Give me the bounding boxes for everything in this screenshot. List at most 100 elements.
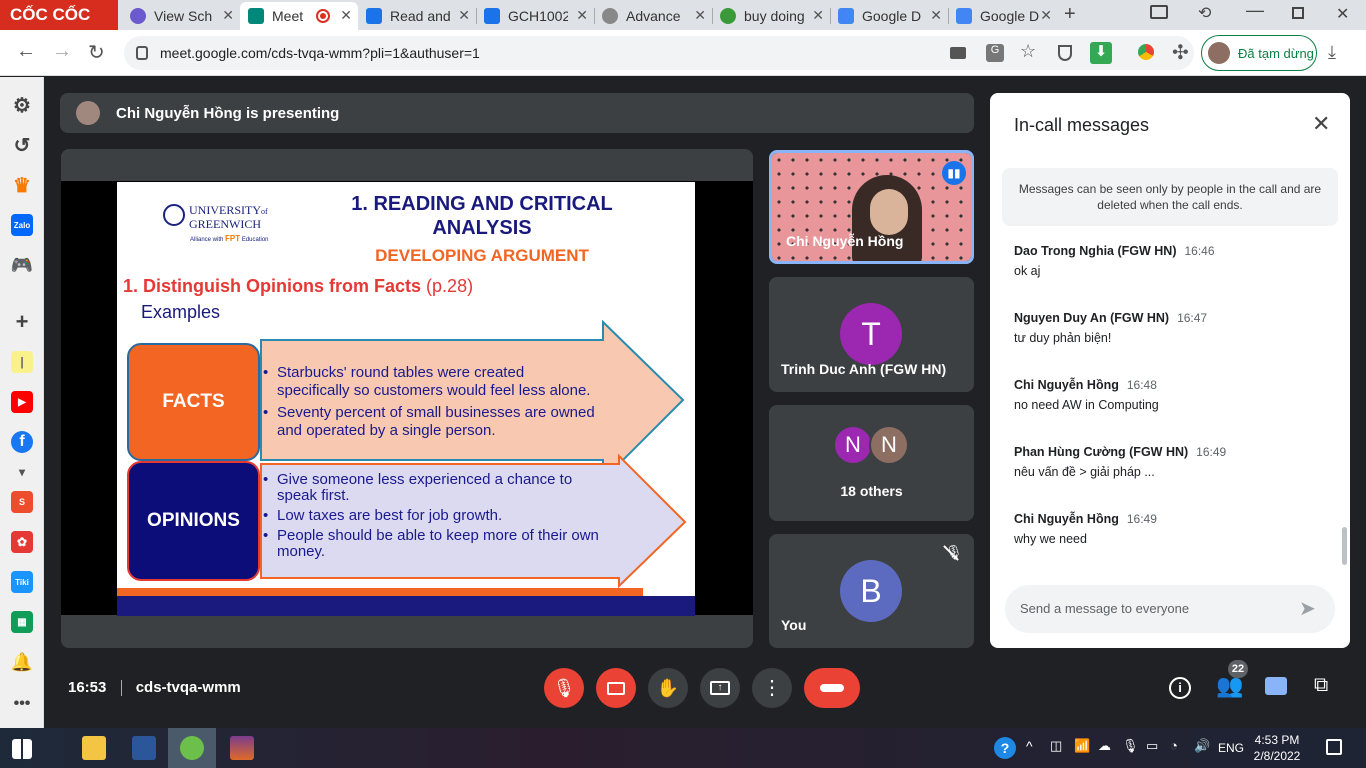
tiki-icon[interactable]: Tiki [11, 571, 33, 593]
meeting-details-icon[interactable]: i [1169, 677, 1191, 699]
close-icon[interactable]: ✕ [930, 7, 942, 24]
tab-read-and[interactable]: Read and ✕ [358, 2, 477, 30]
profile-paused-button[interactable]: Đã tạm dừng [1201, 35, 1317, 71]
wifi-icon[interactable]: ◔ [1170, 738, 1178, 753]
close-icon[interactable]: ✕ [458, 7, 470, 24]
taskbar-clock[interactable]: 4:53 PM 2/8/2022 [1252, 732, 1302, 764]
present-button[interactable]: ↑ [700, 668, 740, 708]
download-extension-icon[interactable]: ⬇ [1090, 42, 1112, 64]
forward-button[interactable]: → [52, 40, 72, 63]
tab-meet[interactable]: Meet ✕ [240, 2, 358, 30]
close-icon[interactable]: ✕ [694, 7, 706, 24]
tab-google-1[interactable]: Google D ✕ [830, 2, 949, 30]
coccoc-taskbar-button[interactable] [168, 728, 216, 768]
tab-search-icon[interactable]: ⟲ [1198, 3, 1211, 23]
close-icon[interactable]: ✕ [576, 7, 588, 24]
coccoc-logo[interactable]: CỐC CỐC [0, 0, 118, 30]
opinion-item: • Low taxes are best for job growth. [263, 507, 503, 524]
winrar-icon[interactable] [230, 736, 254, 760]
close-icon[interactable]: ✕ [812, 7, 824, 24]
close-icon[interactable]: ✕ [222, 7, 234, 24]
windows-taskbar: ? ^ ◫ 📶 ☁ 🎙 ▭ ◔ 🔊 ENG 4:53 PM 2/8/2022 [0, 728, 1366, 768]
avatar: B [840, 560, 902, 622]
tab-buy-doing[interactable]: buy doing ✕ [712, 2, 831, 30]
minimize-button[interactable]: — [1246, 0, 1264, 21]
history-icon[interactable]: ↺ [11, 134, 33, 157]
tab-advance[interactable]: Advance ✕ [594, 2, 713, 30]
zalo-icon[interactable]: Zalo [11, 214, 33, 236]
chrome-extension-icon[interactable] [1138, 44, 1154, 60]
camera-toggle-button[interactable] [596, 668, 636, 708]
gear-icon[interactable]: ⚙ [11, 94, 33, 117]
chat-input[interactable]: Send a message to everyone ➤ [1005, 585, 1335, 633]
word-icon[interactable] [132, 736, 156, 760]
file-explorer-icon[interactable] [82, 736, 106, 760]
show-hidden-icons-icon[interactable]: ^ [1026, 738, 1033, 754]
youtube-icon[interactable]: ▶ [11, 391, 33, 413]
activities-icon[interactable]: ⧉ [1314, 674, 1328, 697]
extensions-icon[interactable]: ✣ [1172, 40, 1189, 65]
chat-message: Chi Nguyễn Hồng 16:49 why we need [1014, 511, 1334, 546]
more-options-button[interactable]: ⋮ [752, 668, 792, 708]
close-icon[interactable]: ✕ [1312, 111, 1330, 137]
tab-gch1002[interactable]: GCH1002 ✕ [476, 2, 595, 30]
leave-call-button[interactable] [804, 668, 860, 708]
game-icon[interactable]: 🎮 [11, 254, 33, 276]
chat-icon[interactable] [1265, 677, 1287, 695]
avatar: N [869, 425, 909, 465]
meeting-time: 16:53 [68, 679, 107, 696]
raise-hand-button[interactable]: ✋ [648, 668, 688, 708]
maximize-button[interactable] [1292, 7, 1304, 19]
windows-start-icon[interactable] [12, 739, 32, 759]
battery-icon[interactable]: ▭ [1146, 738, 1158, 754]
sheets-icon[interactable]: ▦ [11, 611, 33, 633]
more-icon[interactable]: ••• [11, 693, 33, 715]
cloud-sync-icon[interactable]: ☁ [1098, 738, 1111, 754]
translate-icon[interactable]: G [986, 44, 1004, 62]
coccoc-icon [180, 736, 204, 760]
bell-icon[interactable]: 🔔 [11, 651, 33, 673]
tab-google-2[interactable]: Google D ✕ [948, 2, 1058, 30]
hand-icon: ✋ [656, 677, 680, 698]
close-icon[interactable]: ✕ [340, 7, 352, 24]
download-icon[interactable]: ⤓ [1328, 42, 1336, 63]
new-tab-button[interactable]: + [1064, 3, 1076, 26]
cast-icon[interactable] [1150, 5, 1168, 19]
close-icon[interactable]: ✕ [1040, 7, 1052, 24]
tile-you[interactable]: B 🎙 You [769, 534, 974, 648]
coccoc-game-icon[interactable]: ✿ [11, 531, 33, 553]
tile-presenter[interactable]: ▮▮ Chi Nguyễn Hồng [769, 150, 974, 264]
back-button[interactable]: ← [16, 40, 36, 63]
volume-icon[interactable]: 🔊 [1194, 738, 1210, 754]
language-indicator[interactable]: ENG [1218, 741, 1244, 755]
crown-icon[interactable]: ♛ [11, 174, 33, 197]
opinion-line: People should be able to keep more of th… [277, 527, 599, 544]
tile-others[interactable]: N N 18 others [769, 405, 974, 521]
shopee-icon[interactable]: S [11, 491, 33, 513]
facebook-icon[interactable]: f [11, 431, 33, 453]
opinion-line: money. [277, 543, 326, 560]
microphone-icon[interactable]: 🎙 [1122, 738, 1139, 754]
send-icon[interactable]: ➤ [1299, 596, 1316, 621]
camera-icon[interactable] [950, 47, 966, 59]
close-window-button[interactable]: ✕ [1336, 4, 1349, 24]
opinion-item: • People should be able to keep more of t… [263, 527, 599, 560]
url-field[interactable]: meet.google.com/cds-tvqa-wmm?pli=1&authu… [124, 36, 1194, 70]
mic-toggle-button[interactable]: 🎙 [544, 668, 584, 708]
tile-trinh-duc-anh[interactable]: T Trinh Duc Anh (FGW HN) [769, 277, 974, 392]
chevron-down-icon[interactable]: ▾ [11, 461, 33, 483]
more-vert-icon: ⋮ [762, 677, 782, 699]
tab-view-schedule[interactable]: View Sch ✕ [122, 2, 241, 30]
coccoc-icon [720, 8, 736, 24]
star-icon[interactable]: ☆ [1020, 41, 1036, 62]
reload-button[interactable]: ↻ [88, 40, 105, 65]
meet-now-icon[interactable]: ◫ [1050, 738, 1062, 754]
notification-center-icon[interactable] [1326, 739, 1342, 755]
message-sender: Dao Trong Nghia (FGW HN) [1014, 244, 1177, 258]
notes-icon[interactable]: | [11, 351, 33, 373]
chat-scrollbar[interactable] [1342, 527, 1347, 565]
shield-icon[interactable] [1058, 45, 1072, 61]
help-icon[interactable]: ? [994, 737, 1016, 759]
network-icon[interactable]: 📶 [1074, 738, 1090, 754]
add-icon[interactable]: + [11, 309, 33, 334]
